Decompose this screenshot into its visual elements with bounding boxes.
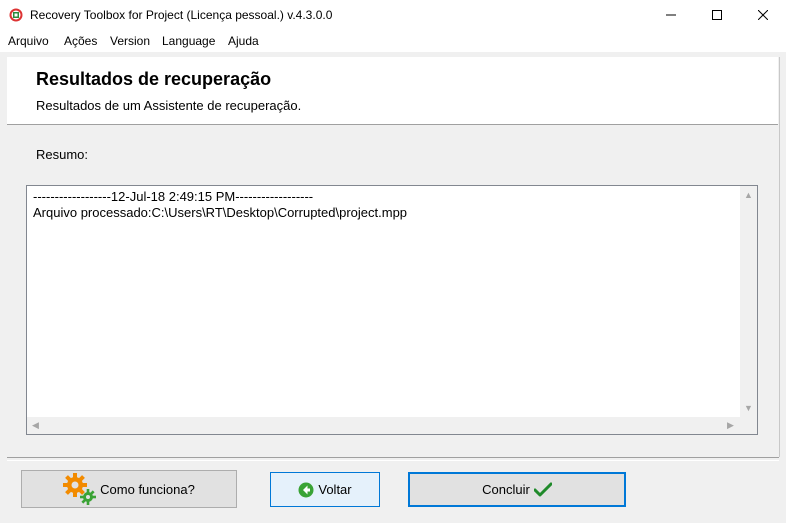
how-it-works-label: Como funciona? bbox=[100, 481, 195, 497]
app-icon bbox=[9, 8, 23, 22]
summary-label: Resumo: bbox=[36, 147, 89, 162]
footer-separator bbox=[7, 457, 779, 461]
back-button[interactable]: Voltar bbox=[270, 472, 380, 507]
menu-bar: Arquivo Ações Version Language Ajuda bbox=[0, 30, 786, 52]
scrollbar-corner bbox=[740, 417, 757, 434]
summary-log-box[interactable]: ------------------12-Jul-18 2:49:15 PM--… bbox=[26, 185, 758, 435]
log-lines: ------------------12-Jul-18 2:49:15 PM--… bbox=[33, 189, 407, 221]
scroll-right-icon[interactable]: ▶ bbox=[727, 421, 734, 430]
how-it-works-button[interactable]: Como funciona? bbox=[21, 470, 237, 508]
finish-button[interactable]: Concluir bbox=[408, 472, 626, 507]
menu-language[interactable]: Language bbox=[162, 34, 215, 48]
header-panel: Resultados de recuperação Resultados de … bbox=[7, 57, 778, 125]
horizontal-scrollbar[interactable]: ◀ ▶ bbox=[27, 417, 740, 434]
vertical-scrollbar[interactable]: ▲ ▼ bbox=[740, 186, 757, 417]
panel-edge bbox=[779, 57, 780, 457]
menu-arquivo[interactable]: Arquivo bbox=[8, 34, 49, 48]
page-subtitle: Resultados de um Assistente de recuperaç… bbox=[36, 98, 302, 113]
scroll-down-icon[interactable]: ▼ bbox=[744, 404, 753, 413]
minimize-button[interactable] bbox=[648, 0, 694, 30]
log-line: Arquivo processado:C:\Users\RT\Desktop\C… bbox=[33, 205, 408, 220]
app-window: Recovery Toolbox for Project (Licença pe… bbox=[0, 0, 786, 523]
finish-label: Concluir bbox=[482, 482, 530, 497]
window-title: Recovery Toolbox for Project (Licença pe… bbox=[30, 8, 333, 22]
title-bar[interactable]: Recovery Toolbox for Project (Licença pe… bbox=[0, 0, 786, 30]
menu-version[interactable]: Version bbox=[110, 34, 150, 48]
back-arrow-icon bbox=[298, 482, 314, 497]
scroll-up-icon[interactable]: ▲ bbox=[744, 191, 753, 200]
menu-acoes[interactable]: Ações bbox=[64, 34, 97, 48]
back-label: Voltar bbox=[318, 482, 352, 497]
checkmark-icon bbox=[533, 482, 552, 496]
gears-icon bbox=[63, 473, 97, 505]
log-line: ------------------12-Jul-18 2:49:15 PM--… bbox=[33, 189, 314, 204]
maximize-button[interactable] bbox=[694, 0, 740, 30]
menu-ajuda[interactable]: Ajuda bbox=[228, 34, 259, 48]
close-icon bbox=[758, 10, 768, 20]
maximize-icon bbox=[712, 10, 722, 20]
page-title: Resultados de recuperação bbox=[36, 69, 272, 89]
scroll-left-icon[interactable]: ◀ bbox=[32, 421, 39, 430]
minimize-icon bbox=[666, 14, 676, 16]
close-button[interactable] bbox=[740, 0, 786, 30]
